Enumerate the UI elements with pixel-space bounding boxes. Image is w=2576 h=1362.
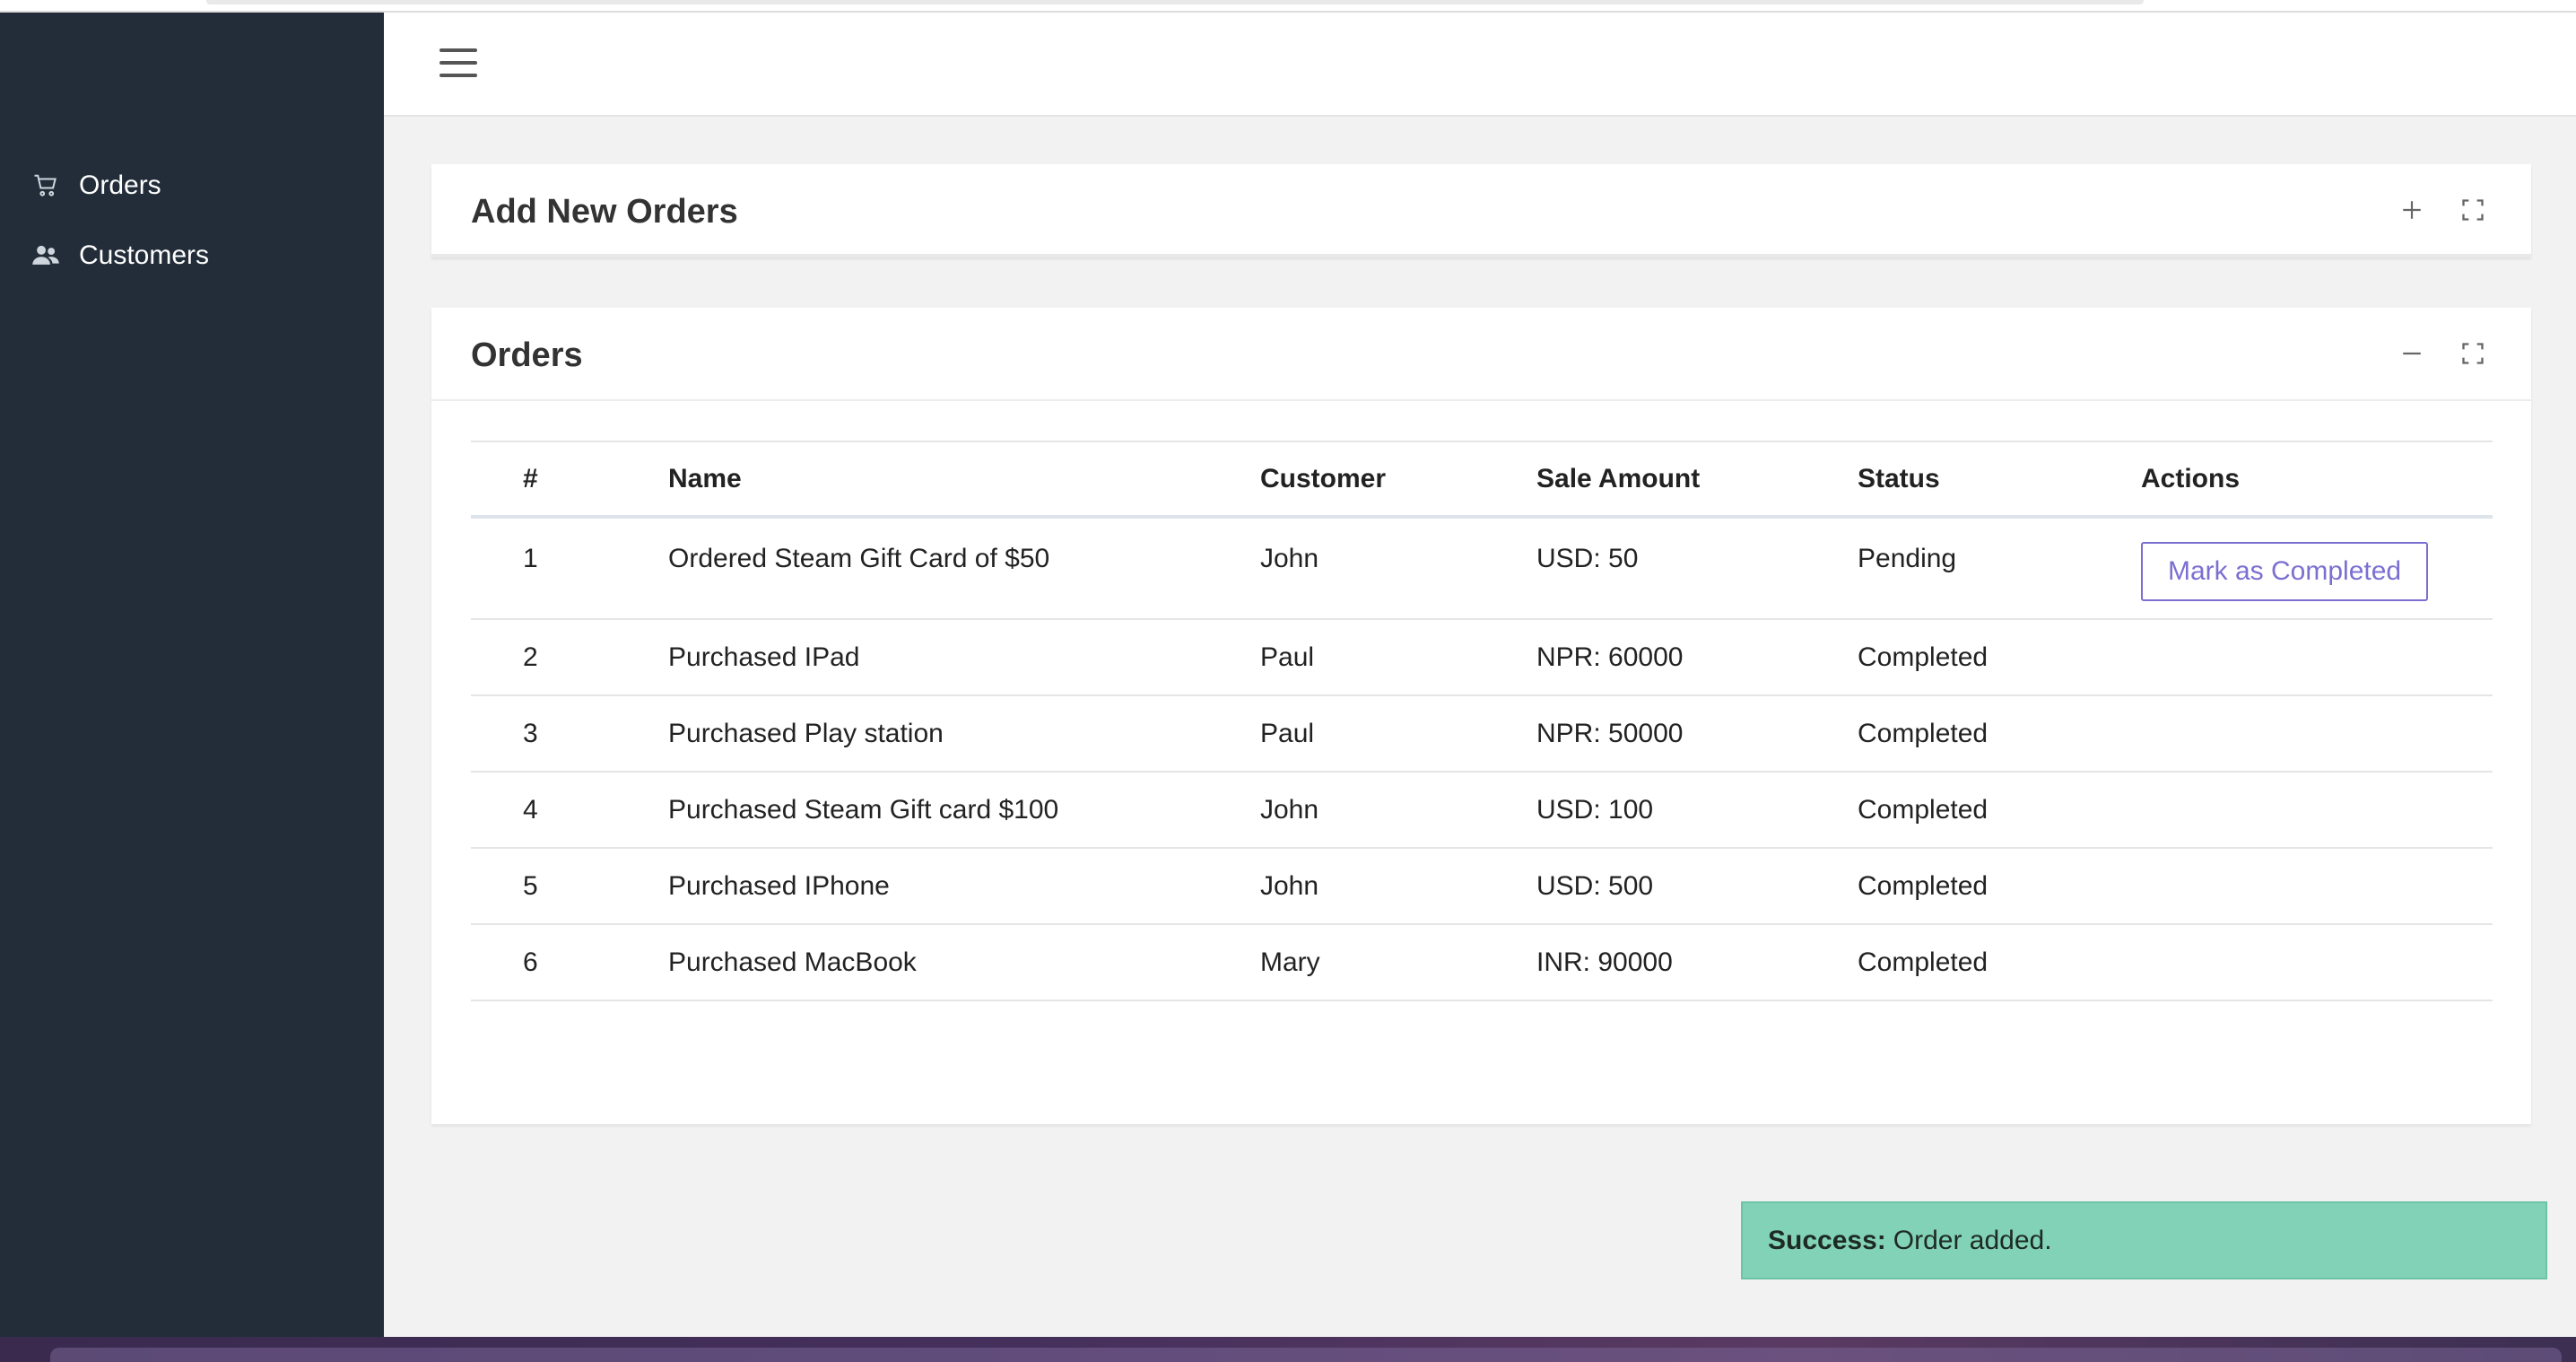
cell-name: Purchased IPad <box>668 642 860 672</box>
cell-number: 5 <box>523 870 538 901</box>
table-row: 5 Purchased IPhone John USD: 500 Complet… <box>471 848 2493 924</box>
column-header: # <box>523 463 538 493</box>
add-orders-card: Add New Orders <box>431 164 2531 258</box>
cell-amount: NPR: 50000 <box>1536 718 1684 748</box>
cell-number: 6 <box>523 947 538 977</box>
cell-amount: INR: 90000 <box>1536 947 1673 977</box>
card-title: Orders <box>471 336 583 374</box>
card-tools <box>2398 340 2486 367</box>
cell-status: Pending <box>1858 544 1957 573</box>
cell-amount: USD: 500 <box>1536 870 1654 901</box>
cell-status: Completed <box>1858 642 1989 672</box>
column-header: Sale Amount <box>1536 463 1701 493</box>
sidebar: Orders Customers <box>0 13 384 1337</box>
sidebar-item-label: Orders <box>79 170 161 200</box>
cell-number: 4 <box>523 794 538 825</box>
column-header: Name <box>668 463 742 493</box>
cell-actions <box>2141 772 2493 848</box>
column-header: Actions <box>2141 463 2241 493</box>
browser-top-strip <box>0 0 2576 13</box>
cell-customer: Paul <box>1260 642 1315 672</box>
card-title: Add New Orders <box>471 193 738 231</box>
cell-customer: John <box>1260 794 1319 825</box>
orders-card: Orders # Name Customer Sale Amount Statu… <box>431 308 2531 1124</box>
cell-name: Purchased MacBook <box>668 947 917 977</box>
plus-icon[interactable] <box>2398 196 2425 223</box>
cart-icon <box>30 170 61 201</box>
toast-message: Order added. <box>1893 1225 2052 1255</box>
orders-table: # Name Customer Sale Amount Status Actio… <box>471 441 2493 1001</box>
cell-status: Completed <box>1858 794 1989 825</box>
table-row: 2 Purchased IPad Paul NPR: 60000 Complet… <box>471 619 2493 695</box>
toast-label: Success: <box>1768 1225 1886 1255</box>
cell-actions <box>2141 924 2493 1000</box>
os-dock <box>0 1337 2576 1362</box>
cell-customer: John <box>1260 870 1319 901</box>
cell-actions <box>2141 619 2493 695</box>
cell-name: Ordered Steam Gift Card of $50 <box>668 544 1050 573</box>
browser-tab-bar <box>206 0 2144 4</box>
expand-icon[interactable] <box>2459 340 2486 367</box>
cell-customer: Paul <box>1260 718 1315 748</box>
cell-amount: NPR: 60000 <box>1536 642 1684 672</box>
column-header: Customer <box>1260 463 1387 493</box>
expand-icon[interactable] <box>2459 196 2486 223</box>
sidebar-item-label: Customers <box>79 240 210 270</box>
cell-actions <box>2141 695 2493 772</box>
cell-name: Purchased Play station <box>668 718 944 748</box>
card-tools <box>2398 196 2486 223</box>
cell-amount: USD: 50 <box>1536 544 1639 573</box>
minus-icon[interactable] <box>2398 340 2425 367</box>
cell-status: Completed <box>1858 870 1989 901</box>
sidebar-item-orders[interactable]: Orders <box>30 170 161 201</box>
cell-number: 1 <box>523 544 538 573</box>
sidebar-item-customers[interactable]: Customers <box>30 240 209 271</box>
cell-number: 2 <box>523 642 538 672</box>
cell-name: Purchased Steam Gift card $100 <box>668 794 1059 825</box>
table-header-row: # Name Customer Sale Amount Status Actio… <box>471 441 2493 517</box>
card-divider <box>431 399 2531 401</box>
table-row: 3 Purchased Play station Paul NPR: 50000… <box>471 695 2493 772</box>
dock-shelf <box>50 1348 2562 1362</box>
cell-actions <box>2141 848 2493 924</box>
cell-status: Completed <box>1858 718 1989 748</box>
column-header: Status <box>1858 463 1940 493</box>
cell-status: Completed <box>1858 947 1989 977</box>
table-row: 6 Purchased MacBook Mary INR: 90000 Comp… <box>471 924 2493 1000</box>
users-icon <box>30 240 61 271</box>
table-row: 1 Ordered Steam Gift Card of $50 John US… <box>471 517 2493 619</box>
cell-number: 3 <box>523 718 538 748</box>
hamburger-icon[interactable] <box>439 48 477 79</box>
cell-amount: USD: 100 <box>1536 794 1654 825</box>
table-row: 4 Purchased Steam Gift card $100 John US… <box>471 772 2493 848</box>
top-header <box>384 13 2576 117</box>
success-toast: Success: Order added. <box>1741 1201 2547 1279</box>
cell-customer: John <box>1260 544 1319 573</box>
cell-actions: Mark as Completed <box>2141 517 2493 619</box>
cell-customer: Mary <box>1260 947 1320 977</box>
cell-name: Purchased IPhone <box>668 870 890 901</box>
mark-as-completed-button[interactable]: Mark as Completed <box>2141 542 2429 601</box>
